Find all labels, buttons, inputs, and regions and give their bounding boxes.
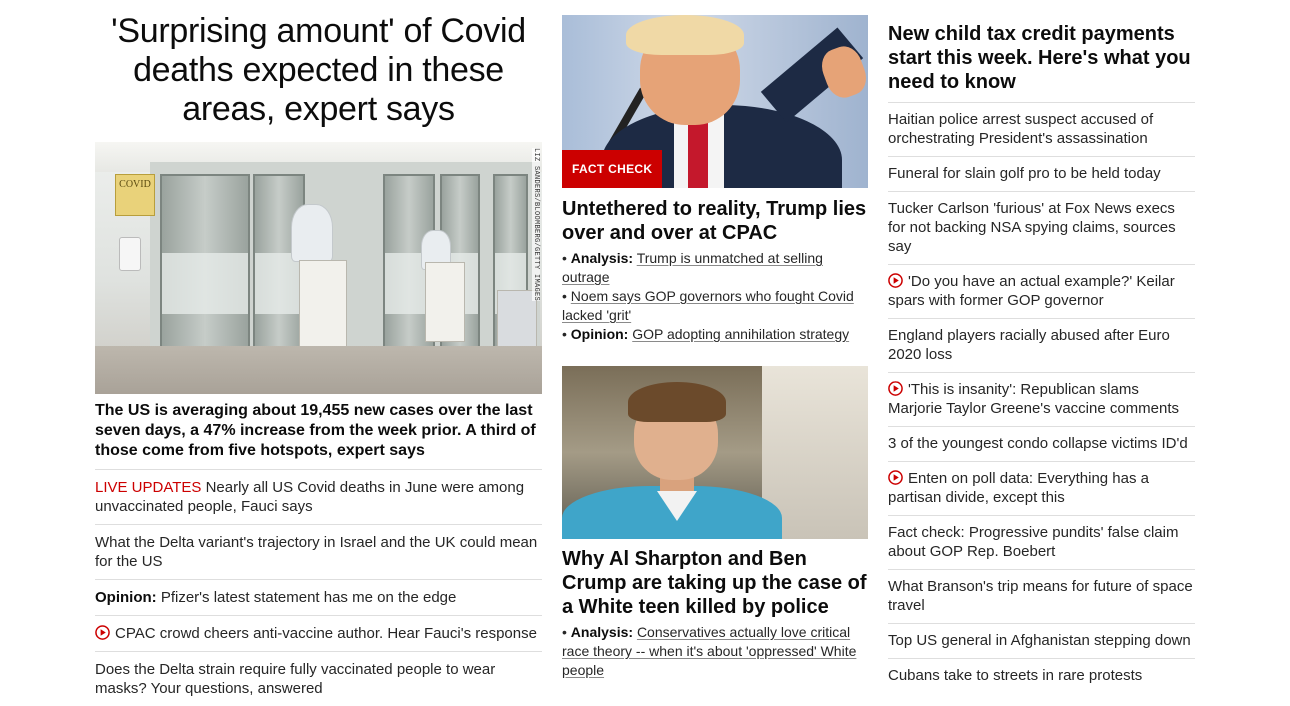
play-icon (888, 381, 903, 396)
lead-story-column: 'Surprising amount' of Covid deaths expe… (95, 12, 542, 706)
list-item[interactable]: What the Delta variant's trajectory in I… (95, 524, 542, 579)
bullet-marker: • (562, 250, 571, 266)
list-item[interactable]: Tucker Carlson 'furious' at Fox News exe… (888, 191, 1195, 264)
list-item[interactable]: LIVE UPDATES Nearly all US Covid deaths … (95, 469, 542, 524)
trump-cpac-image[interactable]: FACT CHECK (562, 15, 868, 188)
play-icon (95, 625, 110, 640)
secondary-stories-column: FACT CHECK Untethered to reality, Trump … (562, 15, 868, 680)
lead-summary[interactable]: The US is averaging about 19,455 new cas… (95, 401, 542, 461)
fact-check-badge: FACT CHECK (562, 150, 663, 188)
related-link[interactable]: • Noem says GOP governors who fought Cov… (562, 287, 868, 325)
live-updates-label: LIVE UPDATES (95, 479, 202, 496)
teen-story-image[interactable] (562, 366, 868, 539)
list-item[interactable]: England players racially abused after Eu… (888, 318, 1195, 372)
image-figure (626, 15, 744, 55)
list-item[interactable]: What Branson's trip means for future of … (888, 569, 1195, 623)
image-figure (688, 119, 708, 188)
opinion-label: Opinion: (570, 326, 629, 342)
list-item-text: Fact check: Progressive pundits' false c… (888, 524, 1179, 560)
lead-headline[interactable]: 'Surprising amount' of Covid deaths expe… (95, 12, 542, 129)
photo-credit: LIZ SANDERS/BLOOMBERG/GETTY IMAGES (532, 148, 540, 302)
list-item-text: Does the Delta strain require fully vacc… (95, 661, 496, 697)
related-link[interactable]: • Analysis: Conservatives actually love … (562, 623, 868, 680)
list-item[interactable]: Does the Delta strain require fully vacc… (95, 651, 542, 706)
opinion-label: Opinion: (95, 589, 157, 606)
sanitizer-dispenser (119, 237, 141, 271)
list-item[interactable]: Top US general in Afghanistan stepping d… (888, 623, 1195, 658)
story-headline[interactable]: Untethered to reality, Trump lies over a… (562, 197, 868, 245)
related-link-text[interactable]: GOP adopting annihilation strategy (632, 326, 849, 342)
list-item-text: Tucker Carlson 'furious' at Fox News exe… (888, 200, 1176, 255)
list-item[interactable]: Funeral for slain golf pro to be held to… (888, 156, 1195, 191)
list-item-text: Funeral for slain golf pro to be held to… (888, 165, 1161, 182)
list-item[interactable]: 3 of the youngest condo collapse victims… (888, 426, 1195, 461)
list-item[interactable]: Haitian police arrest suspect accused of… (888, 102, 1195, 156)
covid-sign: COVID (115, 174, 155, 216)
supply-cart (425, 262, 465, 342)
headlines-list-column: New child tax credit payments start this… (888, 22, 1195, 693)
list-item-text: Pfizer's latest statement has me on the … (156, 589, 457, 606)
bullet-marker: • (562, 326, 571, 342)
list-item-text: Haitian police arrest suspect accused of… (888, 111, 1154, 147)
play-icon (888, 273, 903, 288)
bullet-marker: • (562, 288, 571, 304)
lead-story-image[interactable]: COVID LIZ SANDERS/BLOOMBERG/GETTY IMAGES (95, 142, 542, 394)
list-item-text: 'Do you have an actual example?' Keilar … (888, 273, 1175, 309)
list-item[interactable]: Cubans take to streets in rare protests (888, 658, 1195, 693)
list-item[interactable]: 'This is insanity': Republican slams Mar… (888, 372, 1195, 426)
analysis-label: Analysis: (570, 250, 634, 266)
bullet-marker: • (562, 624, 571, 640)
list-item-text: 3 of the youngest condo collapse victims… (888, 435, 1188, 452)
list-item[interactable]: Opinion: Pfizer's latest statement has m… (95, 579, 542, 615)
image-door (160, 174, 250, 349)
image-floor (95, 346, 542, 394)
list-item-text: What the Delta variant's trajectory in I… (95, 534, 538, 570)
list-item-text: What Branson's trip means for future of … (888, 578, 1193, 614)
list-item-text: Enten on poll data: Everything has a par… (888, 470, 1149, 506)
related-link[interactable]: • Opinion: GOP adopting annihilation str… (562, 325, 868, 344)
list-item[interactable]: 'Do you have an actual example?' Keilar … (888, 264, 1195, 318)
story-headline[interactable]: New child tax credit payments start this… (888, 22, 1195, 94)
list-item[interactable]: Fact check: Progressive pundits' false c… (888, 515, 1195, 569)
supply-bags (291, 204, 333, 262)
related-link[interactable]: • Analysis: Trump is unmatched at sellin… (562, 249, 868, 287)
list-item-text: Cubans take to streets in rare protests (888, 667, 1143, 684)
list-item[interactable]: Enten on poll data: Everything has a par… (888, 461, 1195, 515)
list-item-text: 'This is insanity': Republican slams Mar… (888, 381, 1180, 417)
list-item-text: Top US general in Afghanistan stepping d… (888, 632, 1191, 649)
analysis-label: Analysis: (570, 624, 634, 640)
story-headline[interactable]: Why Al Sharpton and Ben Crump are taking… (562, 547, 868, 619)
list-item[interactable]: CPAC crowd cheers anti-vaccine author. H… (95, 615, 542, 651)
related-link-text[interactable]: Noem says GOP governors who fought Covid… (562, 288, 854, 323)
play-icon (888, 470, 903, 485)
list-item-text: CPAC crowd cheers anti-vaccine author. H… (115, 625, 537, 642)
image-figure (628, 382, 726, 422)
list-item-text: England players racially abused after Eu… (888, 327, 1170, 363)
